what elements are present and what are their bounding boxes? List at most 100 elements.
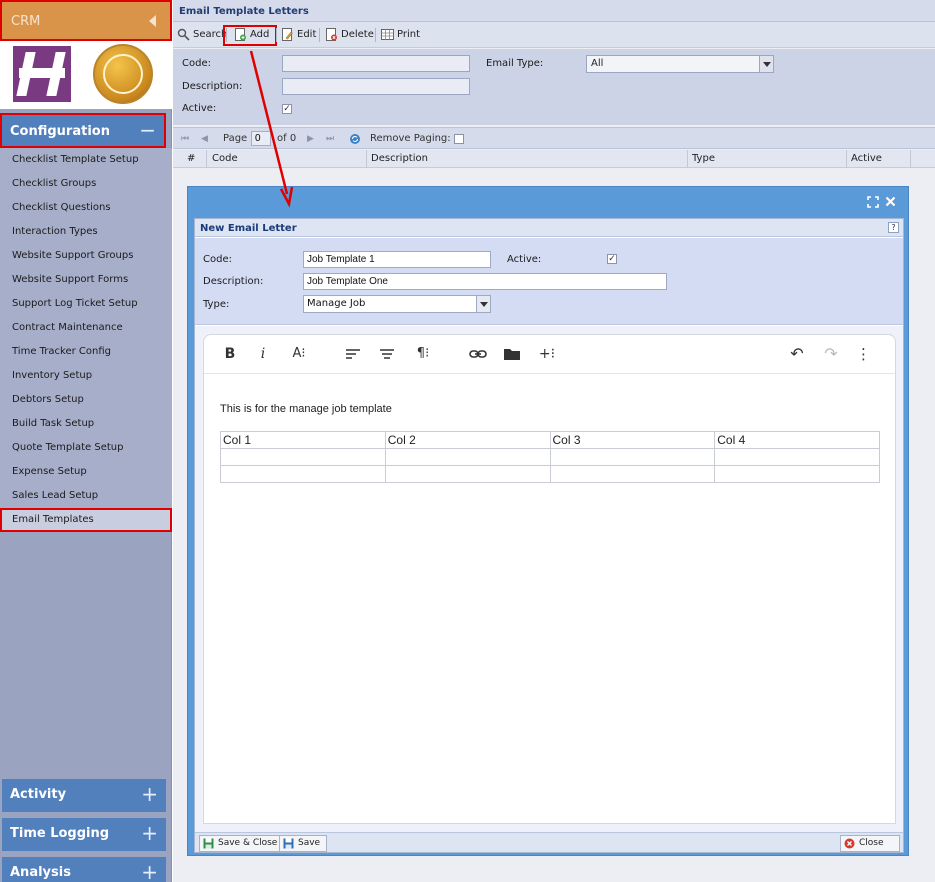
maximize-icon[interactable] <box>867 196 879 208</box>
type-label: Type: <box>203 299 230 310</box>
save-icon <box>203 838 214 849</box>
table-cell[interactable]: Col 2 <box>384 431 551 449</box>
type-select[interactable]: Manage Job <box>303 295 491 313</box>
search-button[interactable]: Search <box>175 27 227 43</box>
sidebar-item-expense-setup[interactable]: Expense Setup <box>0 460 172 484</box>
table-cell[interactable] <box>384 465 551 483</box>
chevron-down-icon[interactable] <box>759 56 773 72</box>
align-left-icon[interactable] <box>345 345 361 363</box>
sidebar-item-checklist-template-setup[interactable]: Checklist Template Setup <box>0 148 172 172</box>
expand-plus-icon[interactable]: + <box>141 821 158 845</box>
bold-button[interactable]: B <box>222 345 238 363</box>
sidebar-item-checklist-groups[interactable]: Checklist Groups <box>0 172 172 196</box>
add-document-icon <box>235 28 246 41</box>
sidebar-item-sales-lead-setup[interactable]: Sales Lead Setup <box>0 484 172 508</box>
active-filter-checkbox[interactable]: ✓ <box>282 104 292 114</box>
description-filter-input[interactable] <box>282 78 470 95</box>
collapse-arrow-icon[interactable] <box>149 15 156 27</box>
analysis-label: Analysis <box>10 865 71 880</box>
remove-paging-checkbox[interactable] <box>454 134 464 144</box>
table-cell[interactable] <box>220 448 386 466</box>
last-page-icon[interactable]: ⏭ <box>326 134 336 144</box>
sidebar-item-website-support-forms[interactable]: Website Support Forms <box>0 268 172 292</box>
sidebar-item-checklist-questions[interactable]: Checklist Questions <box>0 196 172 220</box>
table-cell[interactable] <box>384 448 551 466</box>
crm-header[interactable]: CRM <box>0 0 172 41</box>
font-size-button[interactable]: A⁝ <box>288 345 310 363</box>
table-cell[interactable] <box>220 465 386 483</box>
column-code[interactable]: Code <box>212 153 238 164</box>
column-type[interactable]: Type <box>692 153 715 164</box>
first-page-icon[interactable]: ⏮ <box>181 134 191 144</box>
save-button[interactable]: Save <box>279 835 328 852</box>
add-button[interactable]: Add <box>232 27 269 43</box>
next-page-icon[interactable]: ▶ <box>307 134 317 144</box>
italic-button[interactable]: i <box>256 345 270 363</box>
more-menu-button[interactable]: ⋮ <box>856 345 871 363</box>
email-type-select[interactable]: All <box>586 55 774 73</box>
analysis-section-header[interactable]: Analysis + <box>2 857 166 882</box>
description-input[interactable] <box>303 273 667 290</box>
table-row: Col 1 Col 2 Col 3 Col 4 <box>220 431 880 449</box>
sidebar-item-interaction-types[interactable]: Interaction Types <box>0 220 172 244</box>
sidebar-item-quote-template-setup[interactable]: Quote Template Setup <box>0 436 172 460</box>
save-and-close-button[interactable]: Save & Close <box>199 835 285 852</box>
collapse-minus-icon[interactable]: − <box>139 118 156 142</box>
delete-document-icon <box>326 28 337 41</box>
refresh-icon[interactable] <box>349 133 361 145</box>
delete-button[interactable]: Delete <box>323 27 374 43</box>
activity-section-header[interactable]: Activity + <box>2 779 166 812</box>
table-cell[interactable]: Col 3 <box>549 431 716 449</box>
code-filter-input[interactable] <box>282 55 470 72</box>
expand-plus-icon[interactable]: + <box>141 860 158 882</box>
filter-panel: Code: Description: Active: ✓ Email Type:… <box>173 49 935 125</box>
close-button[interactable]: Close <box>840 835 900 852</box>
chevron-down-icon[interactable] <box>476 296 490 312</box>
sidebar-item-inventory-setup[interactable]: Inventory Setup <box>0 364 172 388</box>
save-label: Save <box>298 838 321 848</box>
table-cell[interactable] <box>714 465 880 483</box>
table-cell[interactable]: Col 4 <box>714 431 880 449</box>
close-icon[interactable] <box>885 196 896 207</box>
table-cell[interactable] <box>549 465 716 483</box>
code-input[interactable] <box>303 251 491 268</box>
print-button[interactable]: Print <box>379 27 420 43</box>
sidebar-item-website-support-groups[interactable]: Website Support Groups <box>0 244 172 268</box>
page-number-input[interactable] <box>251 131 271 146</box>
description-filter-label: Description: <box>182 81 243 92</box>
type-value: Manage Job <box>307 298 366 309</box>
paragraph-format-button[interactable]: ¶⁝ <box>412 345 434 363</box>
expand-plus-icon[interactable]: + <box>141 782 158 806</box>
search-icon <box>177 28 190 41</box>
configuration-section-header[interactable]: Configuration − <box>0 113 166 148</box>
more-insert-button[interactable]: +⁝ <box>536 345 558 363</box>
editor-table[interactable]: Col 1 Col 2 Col 3 Col 4 <box>220 431 880 483</box>
redo-button[interactable]: ↷ <box>822 345 840 363</box>
align-center-icon[interactable] <box>379 345 395 363</box>
time-logging-section-header[interactable]: Time Logging + <box>2 818 166 851</box>
insert-link-icon[interactable] <box>469 345 487 363</box>
undo-button[interactable]: ↶ <box>788 345 806 363</box>
help-icon[interactable]: ? <box>888 222 899 233</box>
edit-button[interactable]: Edit <box>279 27 316 43</box>
sidebar-item-contract-maintenance[interactable]: Contract Maintenance <box>0 316 172 340</box>
remove-paging-label: Remove Paging: <box>370 133 451 144</box>
prev-page-icon[interactable]: ◀ <box>201 134 211 144</box>
table-cell[interactable] <box>714 448 880 466</box>
table-cell[interactable] <box>549 448 716 466</box>
sidebar-item-debtors-setup[interactable]: Debtors Setup <box>0 388 172 412</box>
time-logging-label: Time Logging <box>10 826 110 841</box>
sidebar-item-time-tracker-config[interactable]: Time Tracker Config <box>0 340 172 364</box>
editor-body-text[interactable]: This is for the manage job template <box>220 403 880 415</box>
dialog-subheader: New Email Letter ? <box>195 219 903 237</box>
active-checkbox[interactable]: ✓ <box>607 254 617 264</box>
sidebar-item-build-task-setup[interactable]: Build Task Setup <box>0 412 172 436</box>
column-active[interactable]: Active <box>851 153 882 164</box>
table-cell[interactable]: Col 1 <box>220 431 386 449</box>
code-filter-label: Code: <box>182 58 211 69</box>
sidebar-item-support-log-ticket-setup[interactable]: Support Log Ticket Setup <box>0 292 172 316</box>
column-number[interactable]: # <box>187 153 195 164</box>
column-description[interactable]: Description <box>371 153 428 164</box>
folder-icon[interactable] <box>503 345 521 363</box>
sidebar-item-email-templates[interactable]: Email Templates <box>0 508 172 532</box>
